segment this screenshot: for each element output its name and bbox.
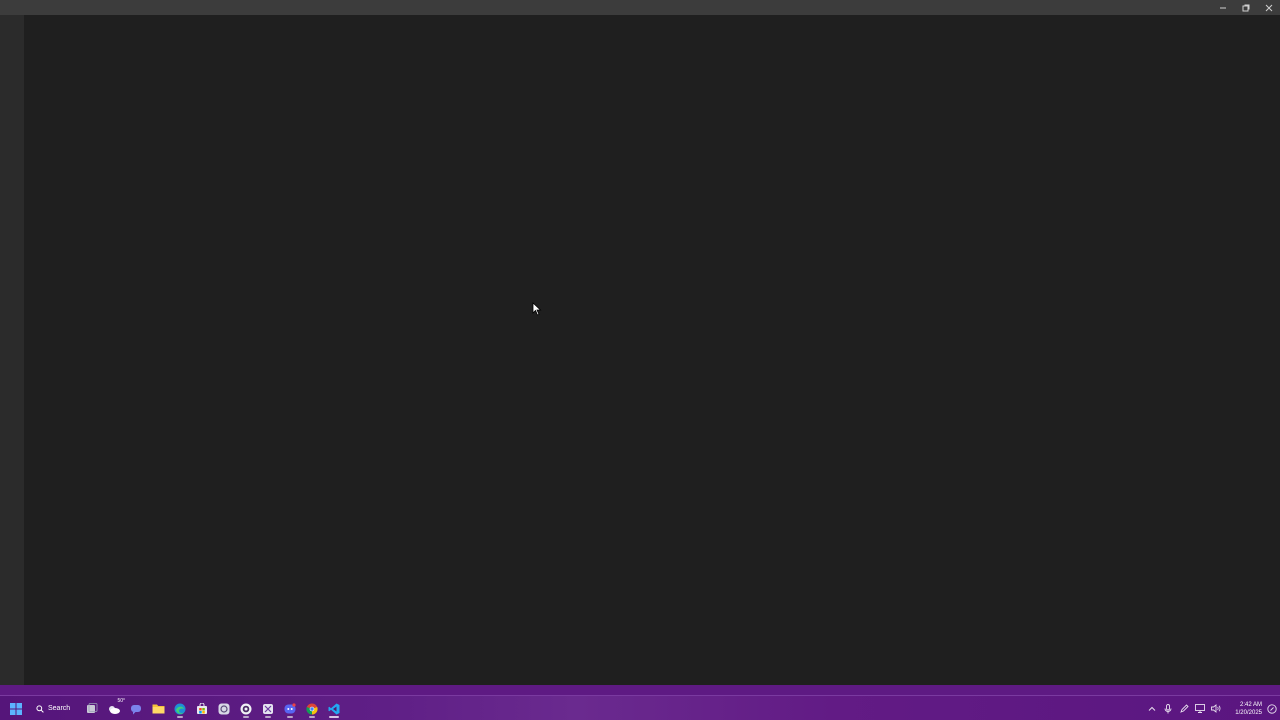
notification-button[interactable] — [1264, 698, 1280, 720]
clock-date: 1/20/2025 — [1235, 709, 1262, 716]
tray-microphone[interactable] — [1160, 699, 1176, 719]
weather-temp: 50° — [117, 697, 125, 704]
running-indicator — [329, 715, 339, 718]
task-view-icon — [87, 702, 98, 713]
mouse-cursor-icon — [532, 302, 542, 316]
search-label: Search — [48, 705, 71, 712]
taskbar-app-store[interactable] — [193, 699, 211, 719]
restore-button[interactable] — [1234, 0, 1257, 15]
taskbar-app-snipping-tool[interactable] — [259, 699, 277, 719]
chrome-icon — [306, 703, 318, 715]
taskbar-app-discord[interactable] — [281, 699, 299, 719]
running-indicator — [177, 715, 183, 718]
tray-network[interactable] — [1192, 699, 1208, 719]
taskbar-app-file-explorer[interactable] — [149, 699, 167, 719]
microphone-icon — [1164, 703, 1172, 713]
github-icon — [240, 703, 252, 714]
tray-volume[interactable] — [1208, 699, 1224, 719]
title-bar[interactable] — [0, 0, 1280, 15]
taskbar-apps: 50° — [83, 696, 343, 720]
taskbar-app-github-desktop[interactable] — [237, 699, 255, 719]
taskbar-app-task-view[interactable] — [83, 699, 101, 719]
taskbar-search[interactable]: Search — [30, 700, 78, 718]
close-button[interactable] — [1257, 0, 1280, 15]
taskbar-app-chrome[interactable] — [303, 699, 321, 719]
tray-pen[interactable] — [1176, 699, 1192, 719]
app-window — [0, 0, 1280, 685]
network-icon — [1195, 704, 1205, 713]
start-button[interactable] — [6, 699, 26, 719]
edge-icon — [174, 703, 186, 714]
window-controls — [1211, 0, 1280, 15]
tray-overflow-button[interactable] — [1144, 699, 1160, 719]
system-tray: 2:42 AM 1/20/2025 — [1144, 696, 1280, 720]
pen-icon — [1179, 704, 1189, 713]
taskbar-app-8[interactable] — [215, 699, 233, 719]
taskbar-top-strip — [0, 685, 1280, 695]
running-indicator — [287, 715, 293, 718]
store-icon — [197, 702, 207, 714]
chevron-up-icon — [1148, 706, 1156, 711]
taskbar: Search 50° 2:42 AM 1/20/2025 — [0, 695, 1280, 720]
taskbar-app-teams[interactable] — [127, 699, 145, 719]
notification-icon — [1267, 703, 1277, 714]
clock-time: 2:42 AM — [1239, 701, 1262, 708]
desktop: Search 50° 2:42 AM 1/20/2025 — [0, 0, 1280, 720]
snip-icon — [263, 703, 273, 714]
taskbar-app-vscode[interactable] — [325, 699, 343, 719]
app-icon — [218, 703, 230, 714]
taskbar-app-edge[interactable] — [171, 699, 189, 719]
discord-icon — [284, 702, 296, 713]
close-icon — [1265, 4, 1272, 11]
running-indicator — [265, 715, 271, 718]
minimize-icon — [1219, 7, 1226, 8]
vscode-icon — [328, 703, 340, 714]
folder-icon — [152, 704, 164, 714]
windows-logo-icon — [10, 702, 22, 715]
taskbar-clock[interactable]: 2:42 AM 1/20/2025 — [1224, 698, 1264, 720]
minimize-button[interactable] — [1211, 0, 1234, 15]
search-icon — [36, 704, 44, 713]
taskbar-app-weather[interactable]: 50° — [105, 697, 125, 719]
editor-area[interactable] — [24, 15, 1280, 685]
chat-icon — [131, 704, 141, 714]
activity-bar — [0, 15, 24, 685]
speaker-icon — [1211, 704, 1221, 713]
restore-icon — [1242, 4, 1249, 11]
running-indicator — [243, 715, 249, 718]
running-indicator — [309, 715, 315, 718]
weather-icon — [109, 705, 120, 714]
